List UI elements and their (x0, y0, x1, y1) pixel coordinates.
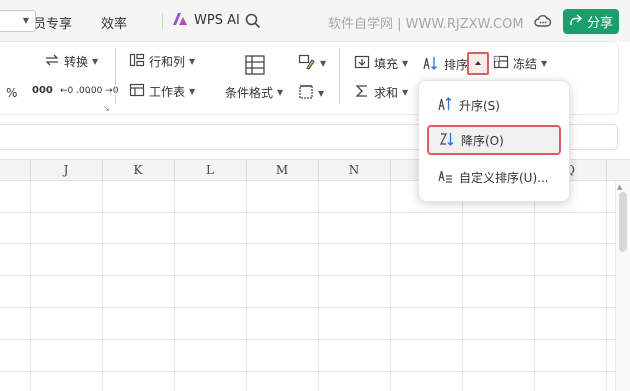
percent-style-button[interactable]: % (6, 86, 17, 100)
cell-style-button[interactable]: ▼ (298, 54, 326, 73)
sigma-icon (354, 84, 370, 101)
column-divider (174, 160, 175, 181)
wps-ai-button[interactable]: WPS AI (172, 12, 240, 29)
column-divider (606, 160, 607, 181)
worksheet-icon (129, 83, 145, 100)
column-divider (318, 160, 319, 181)
column-header-k[interactable]: K (102, 163, 174, 177)
borders-button[interactable]: ▼ (298, 84, 324, 103)
ribbon-divider (115, 48, 116, 104)
chevron-down-icon: ▼ (277, 88, 284, 97)
scrollbar-thumb[interactable] (619, 192, 627, 252)
grid-line (0, 307, 615, 308)
freeze-label: 冻结 (513, 57, 538, 71)
grid-line (0, 339, 615, 340)
sum-label: 求和 (374, 86, 399, 100)
custom-sort-item[interactable]: 自定义排序(U)... (427, 162, 561, 192)
column-divider (246, 160, 247, 181)
conditional-format-icon[interactable] (244, 54, 266, 79)
chevron-down-icon: ▼ (320, 59, 327, 68)
sort-descending-icon (439, 131, 455, 150)
wps-ai-icon (172, 12, 188, 29)
chevron-down-icon: ▼ (189, 57, 196, 66)
column-divider (390, 160, 391, 181)
column-header-j[interactable]: J (30, 163, 102, 177)
thousands-separator-button[interactable]: 000 (32, 85, 53, 96)
menu-divider (162, 13, 163, 29)
fill-icon (354, 55, 370, 72)
share-label: 分享 (586, 16, 613, 31)
chevron-up-icon (473, 57, 483, 71)
fill-button[interactable]: 填充 ▼ (354, 55, 408, 72)
sort-ascending-item[interactable]: 升序(S) (427, 90, 561, 120)
grid-line (0, 243, 615, 244)
sort-descending-label: 降序(O) (461, 133, 504, 148)
chevron-down-icon: ▼ (402, 88, 409, 97)
sort-icon (422, 55, 440, 74)
dialog-launcher-icon[interactable]: ↘ (103, 104, 110, 113)
share-icon (569, 13, 583, 30)
border-icon (298, 84, 314, 103)
worksheet-button[interactable]: 工作表 ▼ (129, 83, 195, 100)
rows-columns-icon (129, 53, 145, 70)
chevron-down-icon: ▼ (402, 59, 409, 68)
conditional-format-button[interactable]: 条件格式 ▼ (225, 84, 283, 101)
custom-sort-icon (437, 168, 453, 187)
grid-line (0, 275, 615, 276)
column-header-n[interactable]: N (318, 163, 390, 177)
sort-button[interactable]: 排序 (422, 55, 468, 74)
column-header-m[interactable]: M (246, 163, 318, 177)
column-header-l[interactable]: L (174, 163, 246, 177)
chevron-down-icon: ▼ (189, 87, 196, 96)
number-format-select[interactable]: ▼ (0, 10, 36, 32)
convert-icon (44, 53, 60, 70)
chevron-down-icon: ▼ (318, 89, 325, 98)
chevron-down-icon: ▼ (22, 16, 29, 25)
conditional-format-label: 条件格式 (225, 86, 274, 100)
rows-columns-button[interactable]: 行和列 ▼ (129, 53, 195, 70)
ribbon-divider (339, 48, 340, 104)
watermark-text: 软件自学网 | WWW.RJZXW.COM (328, 17, 524, 32)
sort-descending-item[interactable]: 降序(O) (427, 125, 561, 155)
sort-ascending-icon (437, 96, 453, 115)
grid-line (0, 371, 615, 372)
scroll-up-icon[interactable]: ▲ (617, 183, 622, 191)
column-divider (30, 160, 31, 181)
fill-label: 填充 (374, 57, 399, 71)
column-divider (102, 160, 103, 181)
freeze-icon (493, 55, 509, 72)
search-icon[interactable] (245, 13, 261, 32)
freeze-panes-button[interactable]: 冻结 ▼ (493, 55, 547, 72)
convert-label: 转换 (64, 55, 89, 69)
custom-sort-label: 自定义排序(U)... (459, 170, 549, 185)
brush-icon (298, 54, 316, 73)
grid-line (0, 212, 615, 213)
cloud-icon[interactable] (534, 13, 552, 32)
chevron-down-icon: ▼ (92, 57, 99, 66)
chevron-down-icon: ▼ (541, 59, 548, 68)
convert-button[interactable]: 转换 ▼ (44, 53, 98, 70)
sort-ascending-label: 升序(S) (459, 98, 500, 113)
decrease-decimal-button[interactable]: .00 →0 (88, 86, 118, 96)
wps-ai-label: WPS AI (194, 13, 240, 28)
rows-columns-label: 行和列 (149, 55, 186, 69)
increase-decimal-button[interactable]: ←0 .00 (60, 86, 90, 96)
sort-dropdown-menu: 升序(S) 降序(O) 自定义排序(U)... (418, 80, 570, 202)
sort-label: 排序 (444, 58, 469, 72)
menu-efficiency[interactable]: 效率 (101, 13, 127, 32)
worksheet-label: 工作表 (149, 85, 186, 99)
share-button[interactable]: 分享 (563, 9, 619, 34)
sum-button[interactable]: 求和 ▼ (354, 84, 408, 101)
